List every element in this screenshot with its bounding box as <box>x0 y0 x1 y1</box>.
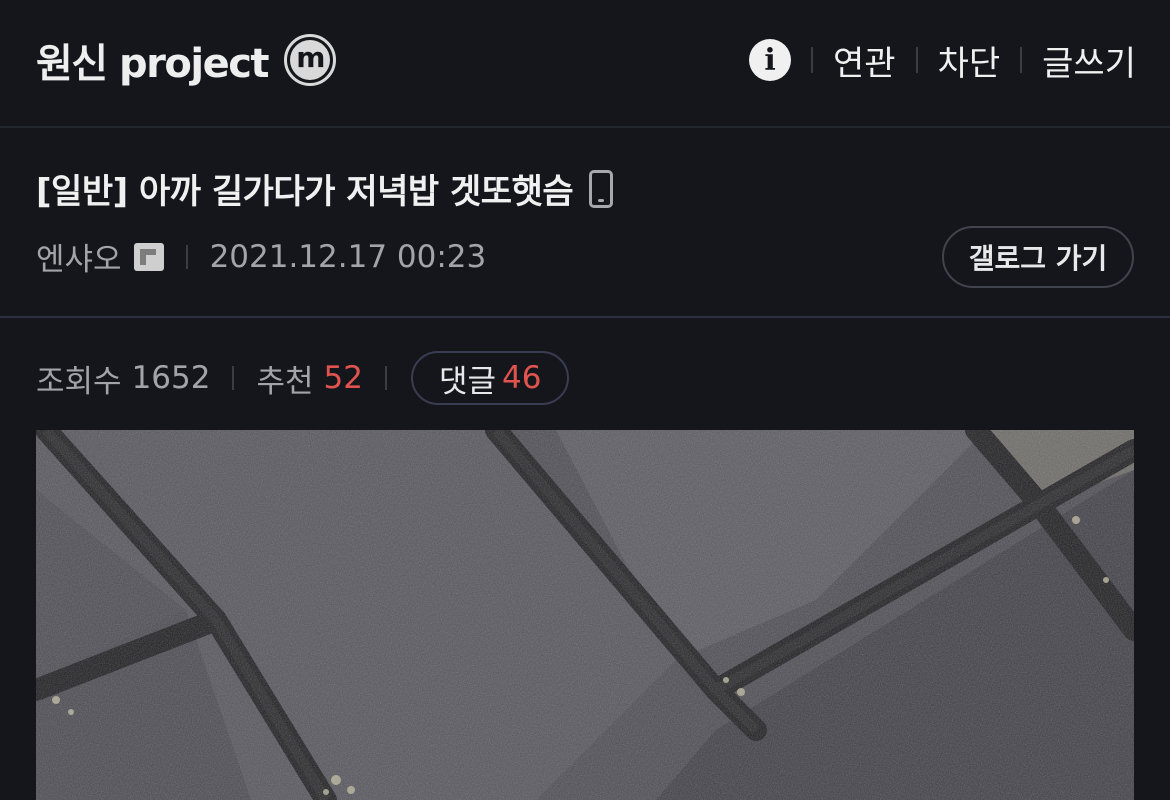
recommend-label: 추천 <box>256 363 314 400</box>
recommend-count: 52 <box>323 360 363 396</box>
minor-gallery-badge-letter: m <box>290 40 331 80</box>
post-title-text: [일반] 아까 길가다가 저녁밥 겟또햇슴 <box>36 172 574 212</box>
header-actions: i 연관 차단 글쓰기 <box>749 34 1136 86</box>
gallog-button[interactable]: 갤로그 가기 <box>942 226 1134 288</box>
comments-label: 댓글 <box>438 363 497 400</box>
post-datetime: 2021.12.17 00:23 <box>209 238 487 275</box>
divider <box>384 366 387 390</box>
divider <box>915 47 918 73</box>
gallery-header: 원신 project m i 연관 차단 글쓰기 <box>0 0 1170 128</box>
comments-count: 46 <box>502 360 542 396</box>
fixed-nickname-icon <box>133 242 164 271</box>
minor-gallery-icon: m <box>284 34 337 86</box>
post-meta: 엔샤오 2021.12.17 00:23 <box>36 234 486 279</box>
mobile-phone-icon <box>589 169 614 208</box>
block-button[interactable]: 차단 <box>938 36 1001 85</box>
gallery-title[interactable]: 원신 project m <box>36 30 337 90</box>
post-stats: 조회수 1652 추천 52 댓글 46 <box>36 351 570 405</box>
paving-stones-photo <box>36 430 1134 800</box>
post-title: [일반] 아까 길가다가 저녁밥 겟또햇슴 <box>36 164 614 213</box>
author-name[interactable]: 엔샤오 <box>36 234 122 279</box>
info-icon[interactable]: i <box>749 39 792 81</box>
divider <box>811 47 814 73</box>
gallery-name[interactable]: 원신 project <box>36 31 270 89</box>
post-header: [일반] 아까 길가다가 저녁밥 겟또햇슴 엔샤오 2021.12.17 00:… <box>0 128 1170 318</box>
post-photo[interactable] <box>36 430 1134 800</box>
divider <box>1020 47 1023 73</box>
comments-button[interactable]: 댓글 46 <box>410 351 570 405</box>
related-button[interactable]: 연관 <box>833 36 896 85</box>
write-button[interactable]: 글쓰기 <box>1042 36 1136 85</box>
divider <box>232 366 235 390</box>
divider <box>185 244 188 269</box>
views-label: 조회수 <box>36 363 122 400</box>
views-count: 1652 <box>131 360 211 396</box>
